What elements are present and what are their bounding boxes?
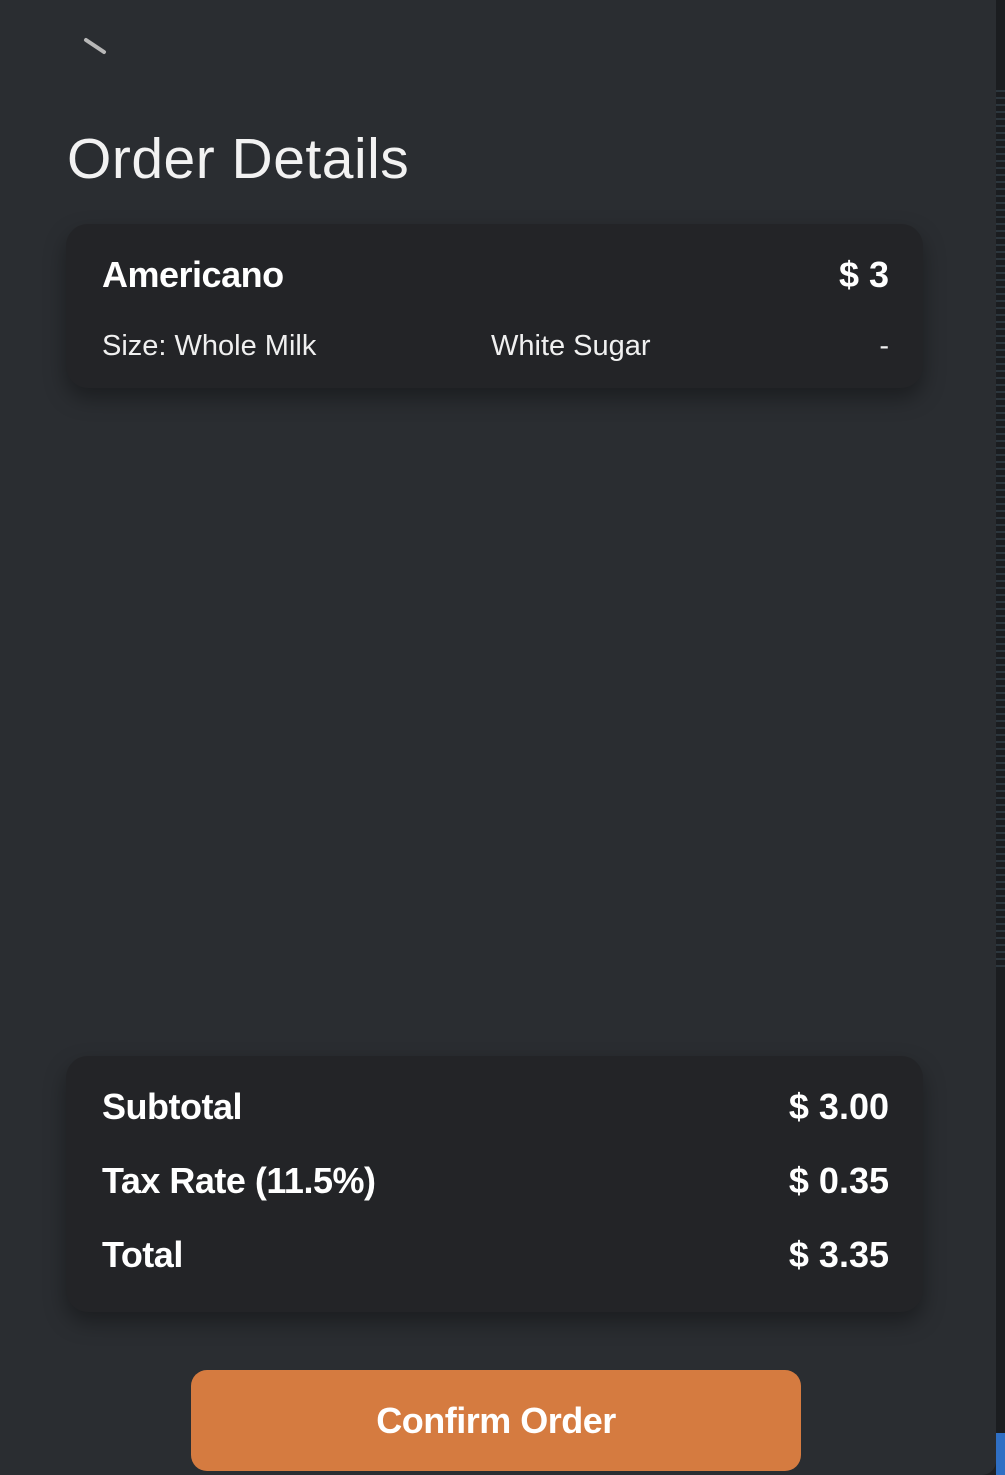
- order-summary-card: Subtotal $ 3.00 Tax Rate (11.5%) $ 0.35 …: [66, 1056, 923, 1312]
- background-window-edge: [996, 0, 1005, 1475]
- total-label: Total: [102, 1234, 183, 1275]
- item-name: Americano: [102, 254, 284, 295]
- item-extra: -: [879, 330, 889, 362]
- order-details-screen: Order Details Americano $ 3 Size: Whole …: [0, 0, 996, 1475]
- tax-value: $ 0.35: [788, 1160, 889, 1201]
- item-size: Size: Whole Milk: [102, 330, 317, 362]
- total-row: Total $ 3.35: [102, 1234, 889, 1278]
- subtotal-row: Subtotal $ 3.00: [102, 1086, 889, 1130]
- back-arrow-icon[interactable]: [82, 32, 110, 60]
- item-price: $ 3: [838, 254, 889, 295]
- background-taskbar-fragment: [996, 1433, 1005, 1475]
- tax-label: Tax Rate (11.5%): [102, 1160, 376, 1201]
- subtotal-value: $ 3.00: [788, 1086, 889, 1127]
- confirm-order-button[interactable]: Confirm Order: [191, 1370, 801, 1471]
- order-item-card: Americano $ 3 Size: Whole Milk White Sug…: [66, 224, 923, 388]
- tax-row: Tax Rate (11.5%) $ 0.35: [102, 1160, 889, 1204]
- item-sugar: White Sugar: [491, 330, 651, 362]
- background-code-strip: [996, 90, 1005, 970]
- subtotal-label: Subtotal: [102, 1086, 242, 1127]
- total-value: $ 3.35: [788, 1234, 889, 1275]
- page-title: Order Details: [67, 127, 410, 191]
